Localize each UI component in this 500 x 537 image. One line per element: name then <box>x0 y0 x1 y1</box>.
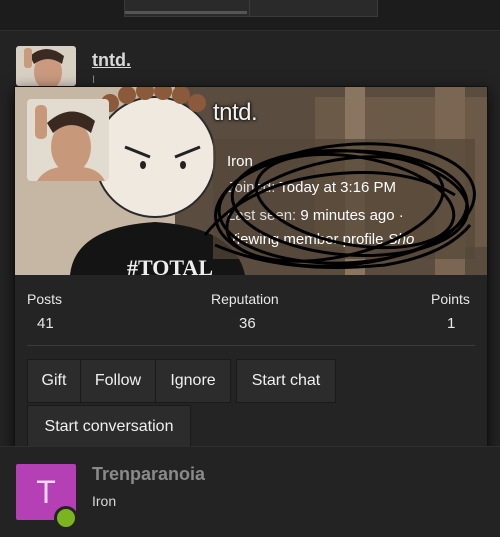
member-role: Iron <box>227 153 253 170</box>
popup-username[interactable]: tntd. <box>213 99 258 127</box>
joined-line: Joined: Today at 3:16 PM <box>227 179 396 196</box>
points-label: Points <box>431 291 470 307</box>
joined-label: Joined: <box>227 179 276 196</box>
last-seen-line: Last seen: 9 minutes ago · <box>227 207 404 224</box>
member-avatar[interactable] <box>16 46 76 86</box>
tab-divider <box>249 0 250 16</box>
activity-line: Viewing member profile Sho <box>227 231 414 248</box>
member-card-popup: #TOTAL tntd. Iron Joined: Today at 3:16 … <box>14 86 488 464</box>
member-username[interactable]: Trenparanoia <box>92 464 205 485</box>
member-info-box: Iron Joined: Today at 3:16 PM Last seen:… <box>213 139 475 259</box>
posts-value[interactable]: 41 <box>37 315 54 332</box>
member-stats: Posts 41 Reputation 36 Points 1 <box>15 277 487 345</box>
start-conversation-button[interactable]: Start conversation <box>27 405 191 449</box>
ignore-button[interactable]: Ignore <box>155 359 231 403</box>
reputation-value: 36 <box>239 315 256 332</box>
points-value[interactable]: 1 <box>447 315 455 332</box>
reputation-label: Reputation <box>211 291 279 307</box>
member-role: Iron <box>92 493 117 509</box>
posts-label: Posts <box>27 291 63 307</box>
gift-button[interactable]: Gift <box>27 359 81 403</box>
last-seen-value: 9 minutes ago · <box>300 207 404 224</box>
last-seen-label: Last seen: <box>227 207 297 224</box>
stats-divider <box>27 345 475 346</box>
start-chat-button[interactable]: Start chat <box>236 359 336 403</box>
member-subtitle: I <box>92 74 96 86</box>
activity-text: Viewing member profile <box>227 231 384 248</box>
online-status-indicator <box>54 506 78 530</box>
activity-target-link[interactable]: Sho <box>388 231 415 248</box>
member-username[interactable]: tntd. <box>92 50 131 71</box>
cover-text: #TOTAL <box>127 255 213 275</box>
tab-indicator <box>125 11 247 14</box>
joined-value: Today at 3:16 PM <box>279 179 397 196</box>
popup-avatar[interactable] <box>27 99 109 181</box>
follow-button[interactable]: Follow <box>80 359 156 403</box>
top-tab-bar[interactable] <box>124 0 378 17</box>
